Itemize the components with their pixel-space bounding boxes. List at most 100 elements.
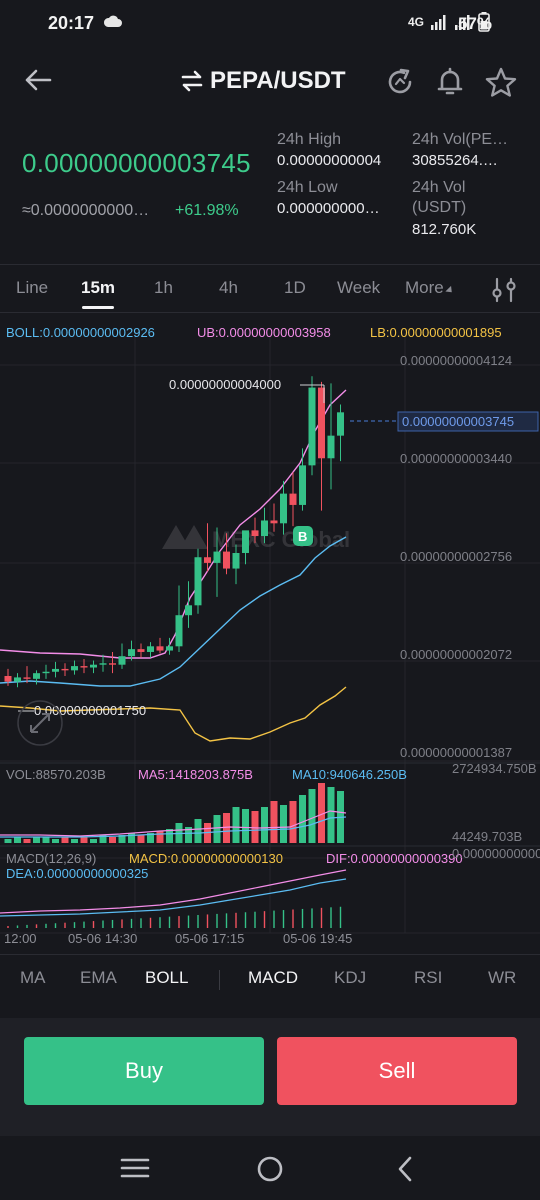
tab-15m[interactable]: 15m — [81, 278, 115, 298]
macd-label: MACD(12,26,9) — [6, 851, 96, 866]
volume-bar — [71, 839, 78, 843]
tab-1h[interactable]: 1h — [154, 278, 173, 298]
price-axis-label: 0.00000000001387 — [400, 745, 512, 760]
high-label: 24h High — [277, 131, 342, 148]
volume-bar — [289, 801, 297, 843]
tab-week[interactable]: Week — [337, 278, 380, 298]
tab-4h[interactable]: 4h — [219, 278, 238, 298]
ind-tab-ema[interactable]: EMA — [80, 968, 117, 988]
ind-tab-ma[interactable]: MA — [20, 968, 46, 988]
time-axis-label: 05-06 17:15 — [175, 931, 244, 946]
tab-more[interactable]: More — [405, 278, 455, 298]
time-axis-label: 12:00 — [4, 931, 37, 946]
vol-quote-value: 812.760K — [412, 221, 477, 238]
volume-bar — [128, 833, 135, 843]
price-axis-label: 0.00000000002072 — [400, 647, 512, 662]
signal-icon — [431, 15, 446, 30]
ind-tab-kdj[interactable]: KDJ — [334, 968, 366, 988]
buy-marker-label: B — [298, 529, 307, 544]
candle-body — [109, 663, 116, 665]
ub-label: UB:0.00000000003958 — [197, 325, 331, 340]
volume-bar — [14, 837, 21, 843]
vol-quote-label: 24h Vol — [412, 179, 466, 196]
volume-bar — [194, 819, 202, 843]
ma10-label: MA10:940646.250B — [292, 767, 407, 782]
home-icon[interactable] — [255, 1154, 285, 1184]
vol-label: VOL:88570.203B — [6, 767, 106, 782]
tab-1d[interactable]: 1D — [284, 278, 306, 298]
refresh-icon[interactable] — [384, 66, 416, 98]
ind-tab-macd[interactable]: MACD — [248, 968, 298, 988]
volume-bar — [308, 789, 316, 843]
chart-settings-icon[interactable] — [490, 276, 518, 304]
volume-bar — [232, 807, 240, 843]
network-type: 4G — [407, 15, 424, 29]
candle-body — [61, 668, 69, 671]
boll-label: BOLL:0.00000000002926 — [6, 325, 155, 340]
pair-name: PEPA/USDT — [210, 67, 346, 94]
battery-percent: 57% — [457, 14, 492, 33]
volume-bar — [213, 815, 221, 843]
caret-down-icon — [445, 285, 455, 296]
recent-apps-icon[interactable] — [120, 1154, 150, 1182]
status-time: 20:17 — [48, 13, 95, 33]
volume-bar — [299, 795, 306, 843]
volume-bar — [80, 837, 88, 843]
candle-body — [175, 615, 183, 647]
candle-body — [299, 465, 306, 505]
ind-tab-wr[interactable]: WR — [488, 968, 516, 988]
candle-body — [327, 435, 335, 459]
pair-selector[interactable]: PEPA/USDT — [180, 67, 346, 95]
price-axis-label: 0.00000000002756 — [400, 549, 512, 564]
volume-bar — [327, 787, 335, 843]
macd-value: MACD:0.00000000000130 — [129, 851, 283, 866]
volume-bar — [242, 809, 249, 843]
candle-body — [261, 520, 268, 537]
candle-body — [194, 557, 202, 606]
ind-tab-boll[interactable]: BOLL — [145, 968, 188, 988]
trade-bar: Buy Sell — [0, 1018, 540, 1136]
star-icon[interactable] — [484, 66, 518, 98]
candle-body — [204, 557, 211, 563]
tab-more-label: More — [405, 278, 444, 297]
back-nav-icon[interactable] — [394, 1154, 416, 1184]
candle-body — [156, 646, 164, 651]
bell-icon[interactable] — [434, 66, 466, 98]
candle-body — [23, 677, 31, 679]
status-bar: 20:17 4G 57% — [0, 0, 540, 50]
buy-button[interactable]: Buy — [24, 1037, 264, 1105]
volume-bar — [109, 837, 116, 843]
time-axis-label: 05-06 14:30 — [68, 931, 137, 946]
volume-bar — [280, 805, 287, 843]
current-price-value: 0.00000000003745 — [402, 414, 514, 429]
volume-bar — [42, 837, 50, 843]
candle-body — [4, 676, 12, 682]
vol-axis-top: 2724934.750B — [452, 761, 537, 776]
vol-axis-bottom: 44249.703B — [452, 829, 522, 844]
candle-body — [185, 605, 192, 616]
vol-base-value: 30855264.… — [412, 152, 498, 169]
indicator-tabs: MA EMA BOLL MACD KDJ RSI WR — [0, 960, 540, 1000]
sell-button[interactable]: Sell — [277, 1037, 517, 1105]
macd-histogram — [7, 906, 342, 928]
volume-bar — [251, 811, 259, 843]
volume-bar — [61, 837, 69, 843]
header: PEPA/USDT — [0, 50, 540, 114]
tab-line[interactable]: Line — [16, 278, 48, 298]
boll-mid-line — [0, 536, 347, 687]
time-axis-label: 05-06 19:45 — [283, 931, 352, 946]
candlestick-chart[interactable]: BOLL:0.00000000002926 UB:0.0000000000395… — [0, 313, 540, 953]
candle-body — [232, 553, 240, 569]
back-arrow-icon[interactable] — [22, 64, 54, 96]
candle-body — [308, 387, 316, 466]
candle-body — [118, 656, 126, 665]
system-nav-bar — [0, 1136, 540, 1200]
low-value: 0.000000000… — [277, 200, 380, 217]
last-price: 0.00000000003745 — [22, 148, 251, 178]
price-axis-label: 0.00000000003440 — [400, 451, 512, 466]
candle-body — [99, 663, 107, 665]
volume-bar — [23, 839, 31, 843]
volume-bar — [137, 835, 145, 843]
ind-tab-rsi[interactable]: RSI — [414, 968, 442, 988]
candle-body — [270, 520, 278, 524]
